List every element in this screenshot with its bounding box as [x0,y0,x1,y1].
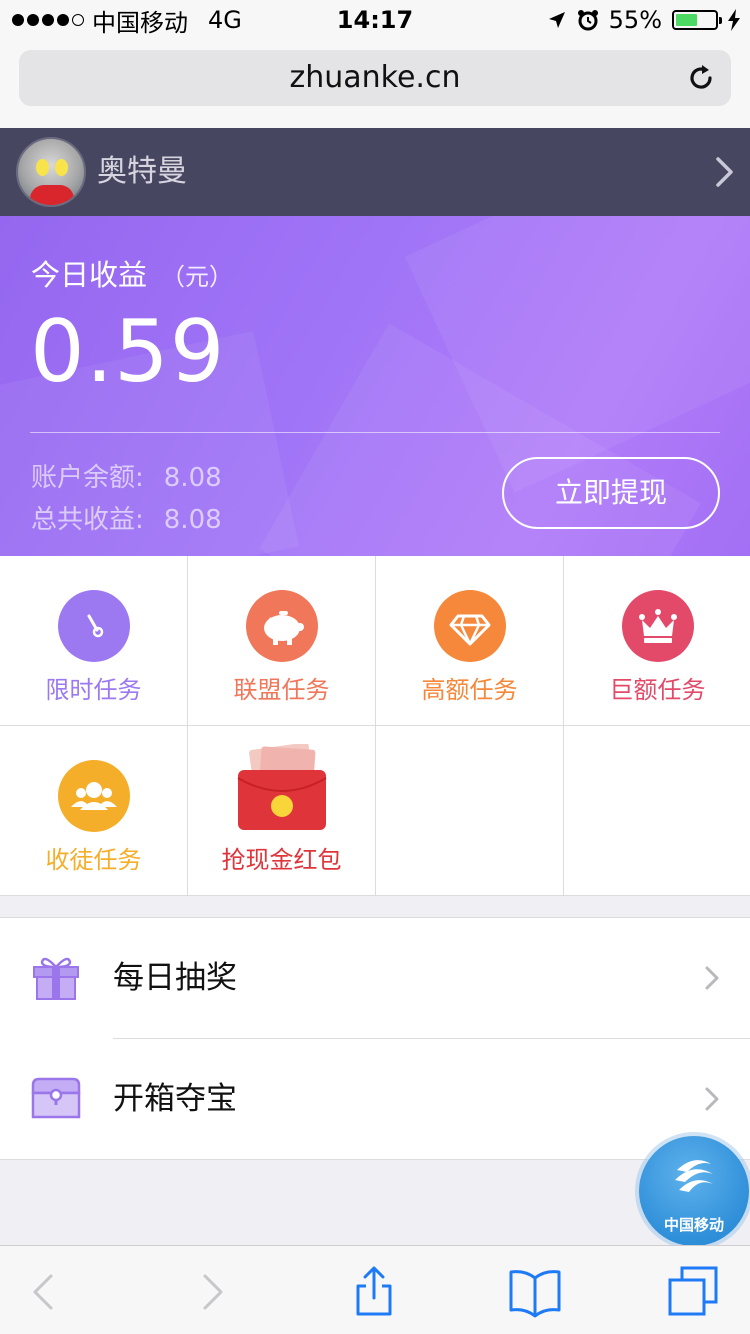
crown-icon [622,590,694,662]
browser-toolbar [0,1245,750,1334]
reload-icon[interactable] [685,62,717,94]
total-row: 总共收益: 8.08 [31,499,222,536]
task-label: 抢现金红包 [221,846,342,874]
today-label-text: 今日收益 [31,258,148,292]
balance-row: 账户余额: 8.08 [31,457,222,494]
diamond-icon [434,590,506,662]
url-text: zhuanke.cn [289,60,461,95]
chevron-right-icon[interactable] [714,156,736,188]
china-mobile-floating-badge[interactable]: 中国移动 [639,1136,749,1246]
user-name: 奥特曼 [97,154,187,189]
address-bar[interactable]: zhuanke.cn [19,50,731,106]
task-label: 高额任务 [421,676,518,704]
chevron-right-icon [705,1087,719,1111]
forward-icon[interactable] [184,1264,240,1320]
bookmarks-icon[interactable] [507,1264,563,1320]
today-earnings-value: 0.59 [30,302,226,402]
task-high-amount[interactable]: 高额任务 [376,556,564,726]
red-envelope-icon [236,742,328,834]
task-limited-time[interactable]: 限时任务 [0,556,188,726]
list-item-label: 每日抽奖 [113,960,237,996]
today-earnings-label: 今日收益 （元） [31,252,233,294]
battery-fill [676,14,697,26]
tabs-icon[interactable] [666,1264,722,1320]
total-label: 总共收益: [31,505,144,535]
task-label: 巨额任务 [609,676,706,704]
battery-icon [672,10,722,30]
clock-icon [58,590,130,662]
group-icon [58,760,130,832]
withdraw-button[interactable]: 立即提现 [502,457,720,529]
status-bar: 中国移动 4G 14:17 55% [0,0,750,40]
user-header[interactable]: 奥特曼 [0,128,750,216]
alarm-icon [577,10,598,31]
china-mobile-label: 中国移动 [663,1216,724,1234]
earnings-card: 今日收益 （元） 0.59 账户余额: 8.08 总共收益: 8.08 立即提现 [0,216,750,556]
task-empty-cell [564,726,750,896]
task-label: 收徒任务 [45,846,142,874]
task-label: 限时任务 [45,676,142,704]
gift-icon [33,957,79,1000]
list-item-treasure[interactable]: 开箱夺宝 [0,1039,750,1160]
chevron-right-icon [705,966,719,990]
china-mobile-logo-icon [675,1160,713,1192]
piggy-bank-icon [246,590,318,662]
list-item-daily-lottery[interactable]: 每日抽奖 [0,918,750,1039]
avatar[interactable] [16,137,86,207]
status-right: 55% [547,0,740,40]
task-label: 联盟任务 [233,676,330,704]
task-red-envelope[interactable]: 抢现金红包 [188,726,376,896]
total-value: 8.08 [163,505,222,535]
earnings-divider [30,432,720,433]
task-huge-amount[interactable]: 巨额任务 [564,556,750,726]
task-apprentice[interactable]: 收徒任务 [0,726,188,896]
today-unit: （元） [161,263,234,291]
task-alliance[interactable]: 联盟任务 [188,556,376,726]
balance-label: 账户余额: [31,463,144,493]
browser-address-area: zhuanke.cn [0,40,750,128]
list-item-label: 开箱夺宝 [113,1081,237,1117]
charging-bolt-icon [728,9,740,31]
back-icon[interactable] [16,1264,72,1320]
balance-value: 8.08 [163,463,222,493]
battery-percent: 55% [608,6,662,34]
feature-list: 每日抽奖 开箱夺宝 [0,917,750,1160]
treasure-chest-icon [31,1077,81,1119]
task-grid: 限时任务 联盟任务 高额任务 巨额任务 收徒任务 抢现金红包 [0,556,750,896]
location-arrow-icon [548,12,565,28]
task-empty-cell [376,726,564,896]
share-icon[interactable] [346,1264,402,1320]
